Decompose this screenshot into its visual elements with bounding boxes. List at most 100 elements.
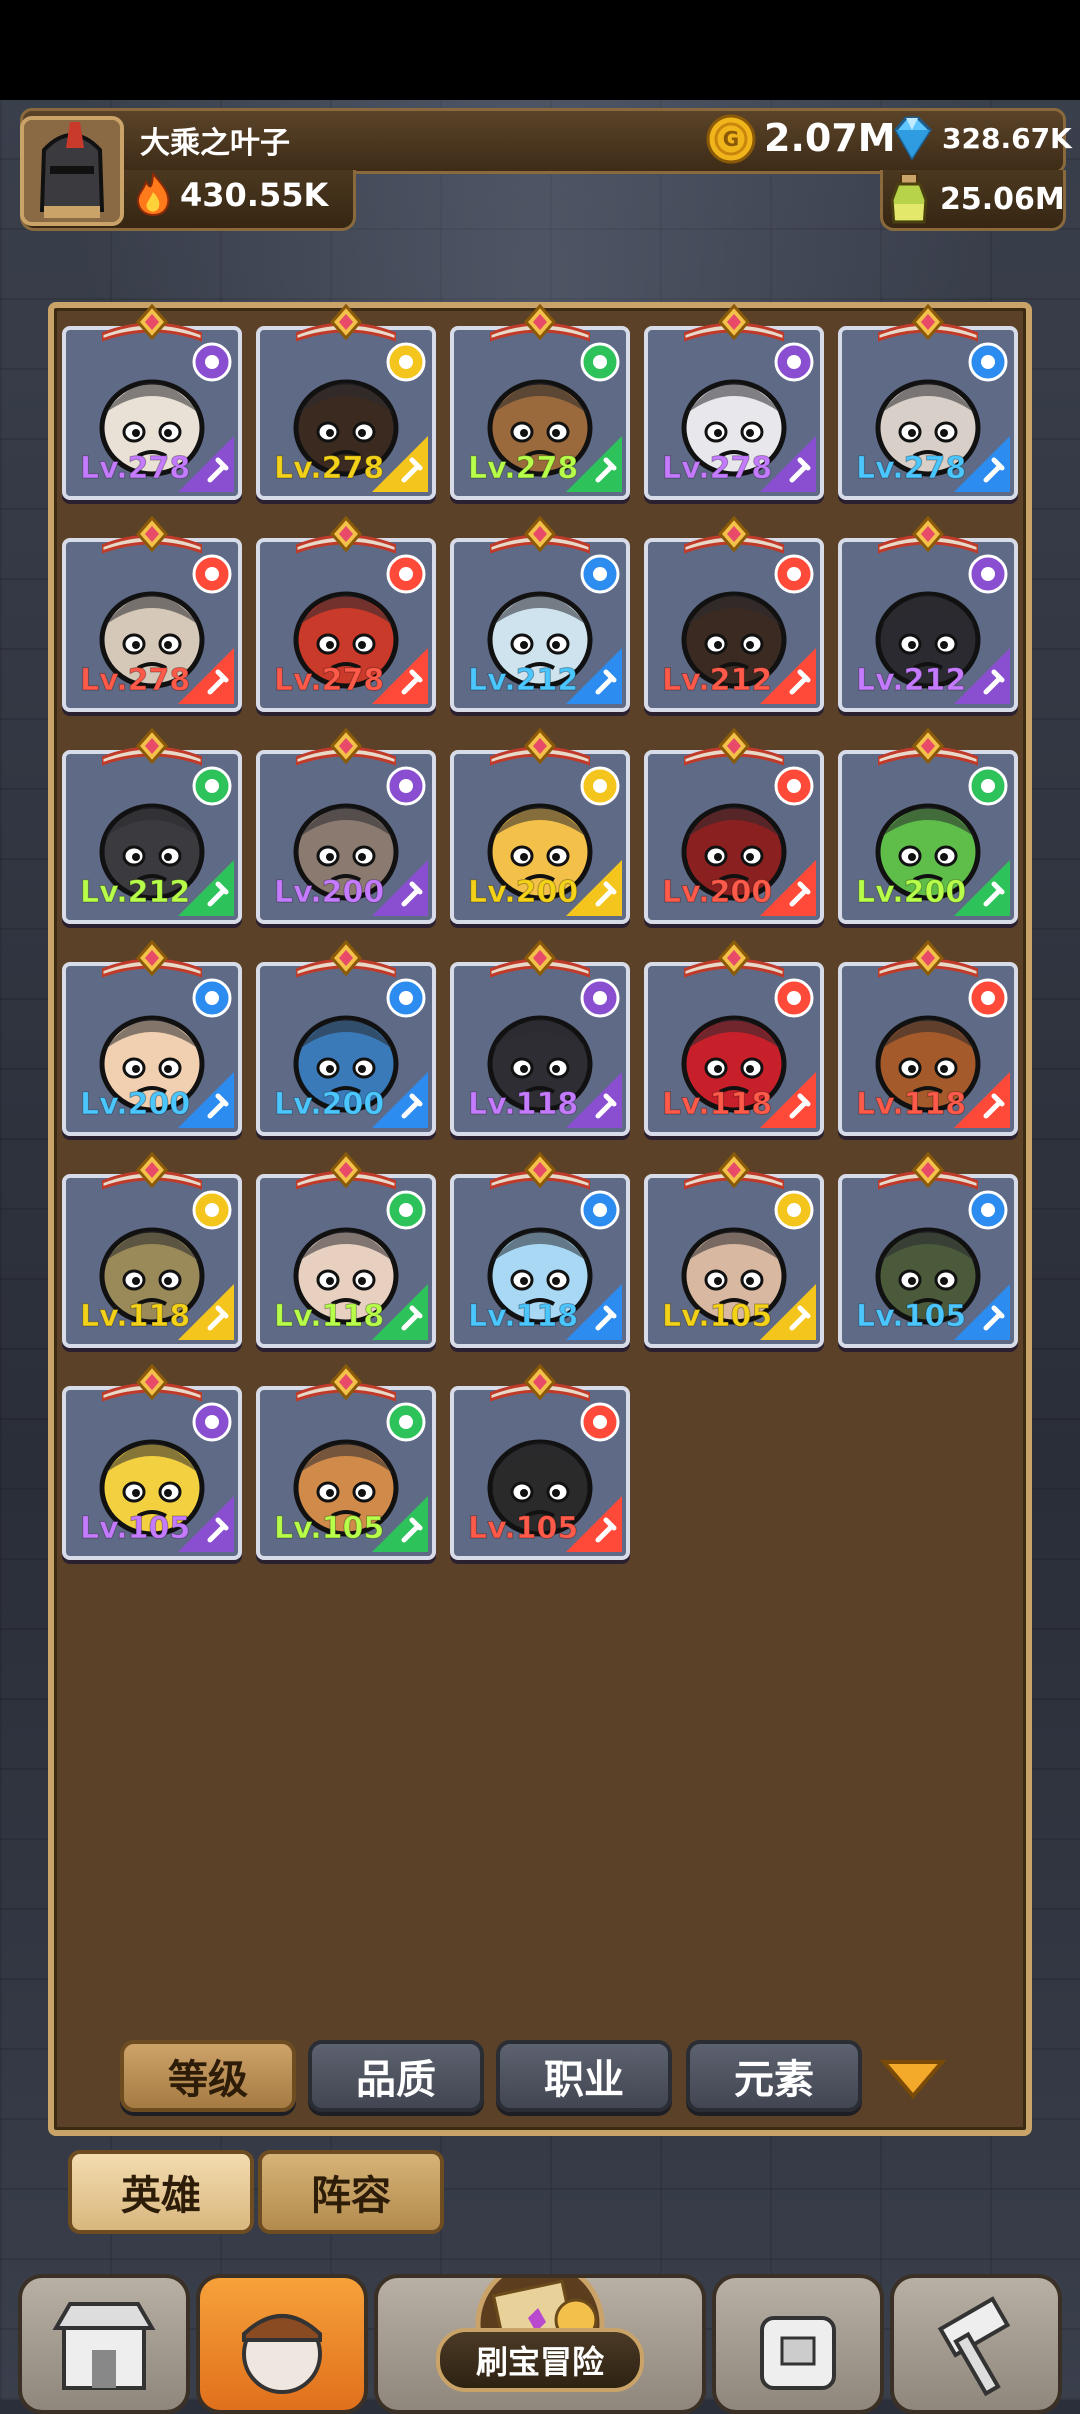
water-element-icon — [192, 978, 232, 1018]
rank-ribbon-icon — [296, 516, 396, 554]
nav-forge-button[interactable] — [890, 2274, 1062, 2414]
hero-card-frame: Lv.212 — [62, 750, 242, 924]
hero-level: Lv.212 — [855, 663, 967, 699]
wind-element-icon — [192, 766, 232, 806]
potion-jar-icon[interactable] — [884, 170, 934, 226]
hero-card-frame: Lv.118 — [62, 1174, 242, 1348]
hero-card[interactable]: Lv.105 — [838, 1152, 1018, 1348]
hero-card[interactable]: Lv.105 — [644, 1152, 824, 1348]
tab-lineup[interactable]: 阵容 — [258, 2150, 444, 2234]
hero-level: Lv.200 — [855, 875, 967, 911]
hero-level: Lv.118 — [855, 1087, 967, 1123]
hero-card-frame: Lv.118 — [838, 962, 1018, 1136]
rank-ribbon-icon — [684, 940, 784, 978]
hero-card[interactable]: Lv.278 — [62, 304, 242, 500]
fire-element-icon — [774, 766, 814, 806]
rank-ribbon-icon — [490, 728, 590, 766]
rank-ribbon-icon — [490, 1152, 590, 1190]
nav-shop-button[interactable] — [18, 2274, 190, 2414]
wind-element-icon — [580, 342, 620, 382]
hero-card[interactable]: Lv.212 — [838, 516, 1018, 712]
dropdown-arrow-icon[interactable] — [880, 2056, 946, 2100]
hero-face-icon — [242, 2314, 322, 2394]
rank-ribbon-icon — [296, 1364, 396, 1402]
hero-card[interactable]: Lv.200 — [644, 728, 824, 924]
sort-level-button[interactable]: 等级 — [120, 2040, 296, 2112]
hero-card[interactable]: Lv.278 — [450, 304, 630, 500]
hero-card[interactable]: Lv.212 — [450, 516, 630, 712]
hero-card[interactable]: Lv.118 — [62, 1152, 242, 1348]
rank-ribbon-icon — [102, 304, 202, 342]
gold-coin-icon[interactable]: G — [706, 114, 756, 164]
dark-element-icon — [968, 554, 1008, 594]
hero-card[interactable]: Lv.105 — [256, 1364, 436, 1560]
hero-level: Lv.278 — [273, 663, 385, 699]
rank-ribbon-icon — [878, 304, 978, 342]
tab-heroes[interactable]: 英雄 — [68, 2150, 254, 2234]
hero-card-frame: Lv.212 — [838, 538, 1018, 712]
hero-level: Lv.278 — [855, 451, 967, 487]
nav-chest-button[interactable] — [712, 2274, 884, 2414]
water-element-icon — [386, 978, 426, 1018]
hero-card[interactable]: Lv.118 — [838, 940, 1018, 1136]
sort-element-button[interactable]: 元素 — [686, 2040, 862, 2112]
rank-ribbon-icon — [490, 516, 590, 554]
sort-quality-button[interactable]: 品质 — [308, 2040, 484, 2112]
hero-card[interactable]: Lv.212 — [644, 516, 824, 712]
hero-card[interactable]: Lv.278 — [62, 516, 242, 712]
sort-class-button[interactable]: 职业 — [496, 2040, 672, 2112]
hero-card[interactable]: Lv.200 — [256, 940, 436, 1136]
hero-card[interactable]: Lv.105 — [62, 1364, 242, 1560]
dark-element-icon — [386, 766, 426, 806]
adventure-label[interactable]: 刷宝冒险 — [436, 2328, 644, 2392]
hero-level: Lv.200 — [79, 1087, 191, 1123]
hero-level: Lv.118 — [661, 1087, 773, 1123]
hero-card-frame: Lv.105 — [450, 1386, 630, 1560]
fire-element-icon — [774, 978, 814, 1018]
hero-card[interactable]: Lv.278 — [644, 304, 824, 500]
hero-level: Lv.105 — [79, 1511, 191, 1547]
light-element-icon — [580, 766, 620, 806]
flame-icon — [136, 172, 170, 216]
hero-card[interactable]: Lv.278 — [838, 304, 1018, 500]
hero-card-frame: Lv.278 — [62, 326, 242, 500]
rank-ribbon-icon — [102, 1152, 202, 1190]
hero-level: Lv.200 — [661, 875, 773, 911]
rank-ribbon-icon — [684, 728, 784, 766]
hero-card[interactable]: Lv.200 — [256, 728, 436, 924]
hero-card[interactable]: Lv.118 — [450, 940, 630, 1136]
shop-icon — [52, 2302, 156, 2390]
player-avatar[interactable] — [20, 116, 124, 226]
potion-value: 25.06M — [940, 182, 1065, 217]
hero-card[interactable]: Lv.212 — [62, 728, 242, 924]
hero-card[interactable]: Lv.200 — [450, 728, 630, 924]
rank-ribbon-icon — [490, 940, 590, 978]
hero-level: Lv.278 — [273, 451, 385, 487]
fire-element-icon — [968, 978, 1008, 1018]
rank-ribbon-icon — [296, 728, 396, 766]
hero-card-frame: Lv.105 — [256, 1386, 436, 1560]
hero-level: Lv.118 — [273, 1299, 385, 1335]
water-element-icon — [968, 342, 1008, 382]
hero-card-frame: Lv.212 — [450, 538, 630, 712]
hero-card[interactable]: Lv.118 — [256, 1152, 436, 1348]
hero-card[interactable]: Lv.118 — [644, 940, 824, 1136]
rank-ribbon-icon — [684, 516, 784, 554]
rank-ribbon-icon — [684, 1152, 784, 1190]
hero-card[interactable]: Lv.105 — [450, 1364, 630, 1560]
hero-level: Lv.105 — [661, 1299, 773, 1335]
hero-card[interactable]: Lv.278 — [256, 304, 436, 500]
wind-element-icon — [968, 766, 1008, 806]
dark-element-icon — [580, 978, 620, 1018]
nav-heroes-button[interactable] — [196, 2274, 368, 2414]
hero-card[interactable]: Lv.200 — [838, 728, 1018, 924]
hero-card-frame: Lv.278 — [62, 538, 242, 712]
diamond-icon[interactable] — [886, 112, 938, 164]
hero-card[interactable]: Lv.278 — [256, 516, 436, 712]
gem-value: 328.67K — [942, 122, 1072, 155]
light-element-icon — [774, 1190, 814, 1230]
hero-level: Lv.278 — [79, 451, 191, 487]
hero-card-frame: Lv.200 — [644, 750, 824, 924]
hero-card[interactable]: Lv.200 — [62, 940, 242, 1136]
hero-card[interactable]: Lv.118 — [450, 1152, 630, 1348]
